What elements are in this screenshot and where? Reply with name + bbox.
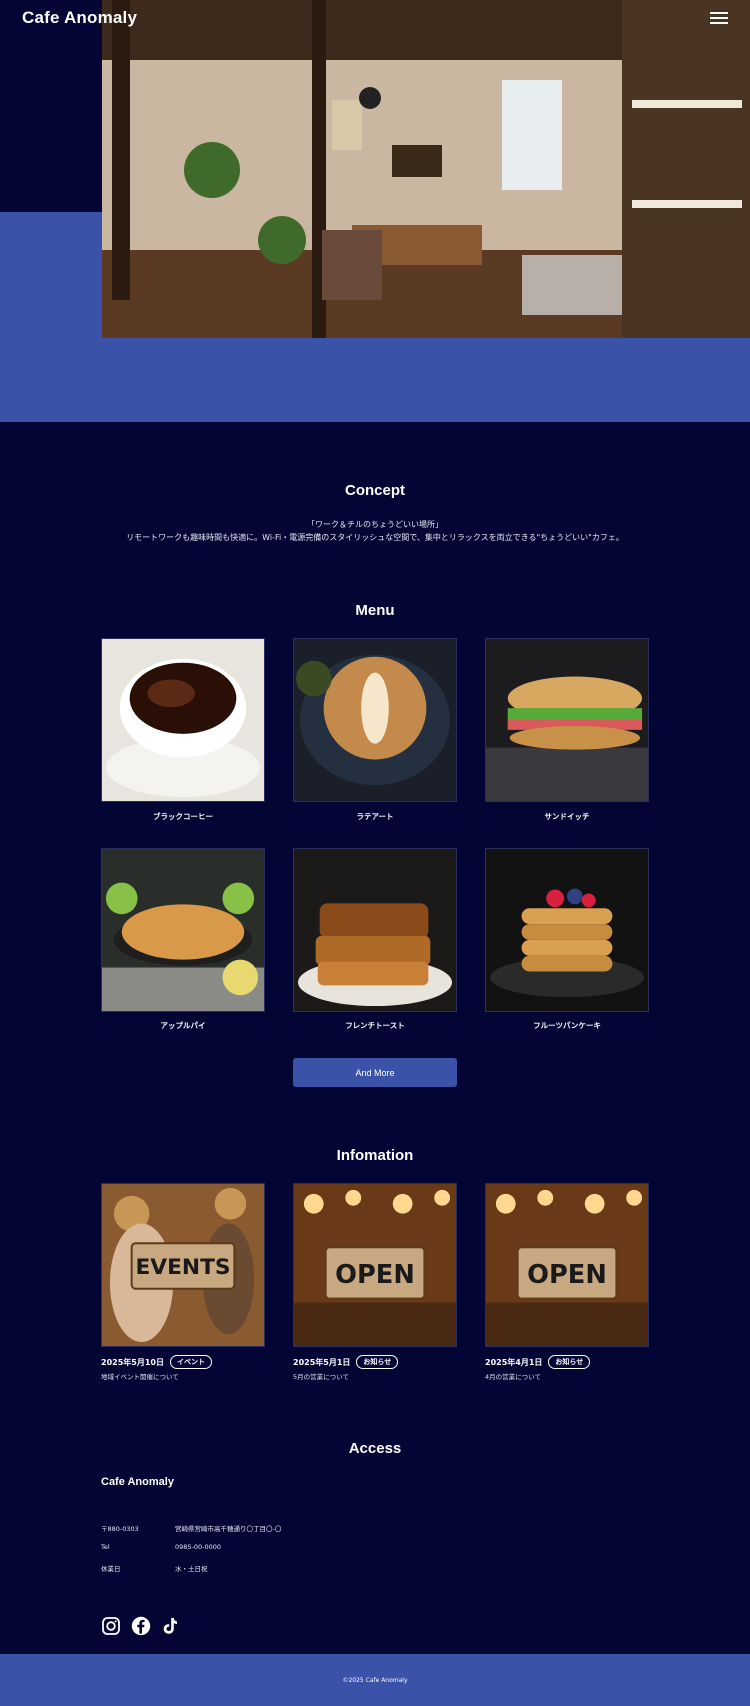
svg-text:OPEN: OPEN — [527, 1260, 607, 1290]
info-open-image[interactable]: OPEN — [485, 1183, 649, 1347]
access-title: Access — [348, 1440, 402, 1457]
menu-item-label: アップルパイ — [160, 1021, 206, 1030]
facebook-icon[interactable] — [131, 1616, 151, 1636]
svg-text:EVENTS: EVENTS — [135, 1255, 230, 1280]
info-date: 2025年4月1日 — [485, 1357, 543, 1367]
hero-dark-panel — [0, 0, 102, 212]
svg-text:OPEN: OPEN — [335, 1260, 415, 1290]
instagram-icon[interactable] — [101, 1616, 121, 1636]
menu-item-label: ラテアート — [356, 812, 394, 821]
copyright-text: ©2025 Cafe Anomaly — [342, 1676, 408, 1684]
menu-item-black-coffee-image[interactable] — [101, 638, 265, 802]
access-value: 水・土日祝 — [175, 1565, 208, 1573]
hamburger-menu-icon[interactable] — [710, 12, 728, 24]
menu-title: Menu — [355, 602, 395, 619]
access-key: Tel — [101, 1543, 110, 1551]
menu-item-label: フレンチトースト — [345, 1021, 405, 1030]
info-tag[interactable]: イベント — [169, 1355, 212, 1369]
info-events-image[interactable]: EVENTS — [101, 1183, 265, 1347]
access-key: 〒880-0303 — [101, 1525, 139, 1533]
concept-description: リモートワークも趣味時間も快適に。Wi-Fi・電源完備のスタイリッシュな空間で、… — [126, 533, 624, 542]
menu-item-label: フルーツパンケーキ — [533, 1021, 601, 1030]
info-date: 2025年5月1日 — [293, 1357, 351, 1367]
menu-item-fruit-pancake-image[interactable] — [485, 848, 649, 1012]
information-title: Infomation — [336, 1147, 414, 1164]
menu-item-french-toast-image[interactable] — [293, 848, 457, 1012]
concept-tagline: 「ワーク＆チルのちょうどいい場所」 — [307, 520, 443, 529]
access-key: 休業日 — [101, 1565, 121, 1573]
access-address-row: 〒880-0303 宮崎県宮崎市高千穂通り〇丁目〇-〇 — [101, 1523, 281, 1533]
access-shop-name: Cafe Anomaly — [101, 1476, 174, 1488]
hero-cafe-interior-photo — [102, 0, 750, 338]
concept-title: Concept — [345, 482, 405, 499]
tiktok-icon[interactable] — [160, 1616, 180, 1636]
menu-item-sandwich-image[interactable] — [485, 638, 649, 802]
info-entry-header: 2025年4月1日 お知らせ — [485, 1355, 591, 1369]
info-entry-header: 2025年5月10日 イベント — [101, 1355, 212, 1369]
access-value: 宮崎県宮崎市高千穂通り〇丁目〇-〇 — [175, 1525, 282, 1533]
menu-item-latte-art-image[interactable] — [293, 638, 457, 802]
info-description[interactable]: 5月の営業について — [293, 1371, 349, 1381]
access-tel-row: Tel 0985-00-0000 — [101, 1543, 221, 1551]
site-logo[interactable]: Cafe Anomaly — [22, 8, 137, 28]
menu-item-apple-pie-image[interactable] — [101, 848, 265, 1012]
access-value[interactable]: 0985-00-0000 — [175, 1543, 221, 1551]
info-tag[interactable]: お知らせ — [548, 1355, 591, 1369]
footer: ©2025 Cafe Anomaly — [0, 1654, 750, 1706]
info-entry-header: 2025年5月1日 お知らせ — [293, 1355, 399, 1369]
info-tag[interactable]: お知らせ — [356, 1355, 399, 1369]
info-open-image[interactable]: OPEN — [293, 1183, 457, 1347]
info-description[interactable]: 地域イベント開催について — [101, 1371, 179, 1381]
info-date: 2025年5月10日 — [101, 1357, 164, 1367]
and-more-button[interactable]: And More — [293, 1058, 457, 1087]
access-holiday-row: 休業日 水・土日祝 — [101, 1563, 208, 1573]
menu-item-label: サンドイッチ — [544, 812, 590, 821]
menu-item-label: ブラックコーヒー — [153, 812, 213, 821]
info-description[interactable]: 4月の営業について — [485, 1371, 541, 1381]
